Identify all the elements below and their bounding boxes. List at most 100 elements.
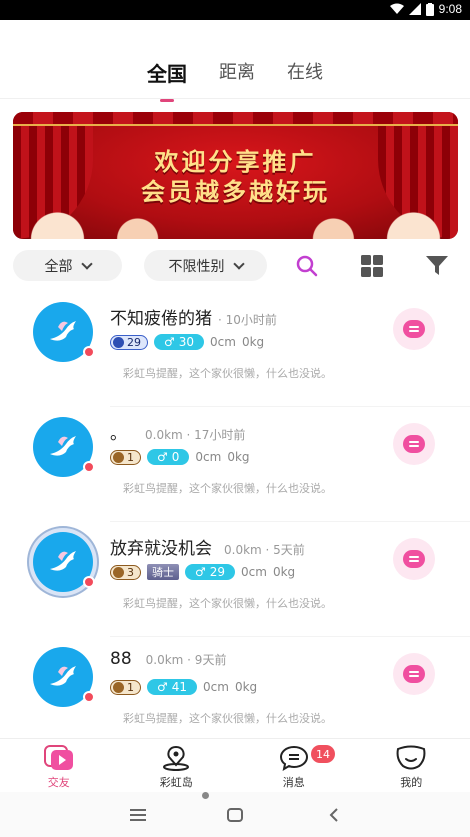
chat-icon — [403, 435, 425, 453]
level-star-icon — [113, 566, 124, 578]
search-icon — [296, 255, 318, 277]
user-weight: 0kg — [234, 680, 258, 694]
list-item[interactable]: 放弃就没机会 0.0km · 5天前 3 骑士 ♂ 29 0cm 0kg 彩虹鸟提醒… — [0, 522, 470, 637]
banner-clouds — [13, 203, 458, 239]
chat-button[interactable] — [393, 653, 435, 695]
gender-count: 41 — [171, 680, 188, 694]
user-name: 不知疲倦的猪 · 10小时前 — [110, 304, 277, 329]
level-badge: 1 — [110, 449, 141, 465]
gender-dropdown-label: 不限性别 — [168, 258, 225, 275]
user-badges: 1 ♂ 41 0cm 0kg — [110, 679, 257, 695]
level-badge: 3 — [110, 564, 141, 580]
nav-make-friends[interactable]: 交友 — [0, 739, 118, 792]
title-badge: 骑士 — [147, 564, 179, 580]
search-button[interactable] — [293, 252, 321, 280]
user-name-text: 不知疲倦的猪 — [110, 309, 212, 329]
user-height: 0cm — [210, 335, 236, 349]
filter-bar: 全部 不限性别 — [13, 250, 458, 282]
tab-online[interactable]: 在线 — [285, 58, 325, 94]
signal-icon — [408, 3, 421, 15]
level-badge: 29 — [110, 334, 148, 350]
promo-banner[interactable]: 欢迎分享推广 会员越多越好玩 — [13, 112, 458, 239]
play-card-icon — [43, 745, 73, 770]
gender-badge: ♂ 30 — [154, 334, 205, 350]
gender-count: 29 — [209, 565, 226, 579]
chat-button[interactable] — [393, 308, 435, 350]
avatar[interactable] — [33, 302, 95, 362]
user-name-text: 。 — [110, 424, 127, 444]
hummingbird-icon — [50, 551, 76, 571]
level-value: 1 — [127, 680, 134, 694]
user-bio: 彩虹鸟提醒，这个家伙很懒，什么也没说。 — [123, 712, 332, 725]
list-item[interactable]: 88 0.0km · 9天前 1 ♂ 41 0cm 0kg 彩虹鸟提醒，这个家伙很懒… — [0, 637, 470, 752]
map-pin-icon — [163, 745, 190, 771]
user-meta: 0.0km · 17小时前 — [145, 428, 246, 442]
list-item[interactable]: 。 0.0km · 17小时前 1 ♂ 0 0cm 0kg 彩虹鸟提醒，这个家伙很懒… — [0, 407, 470, 522]
user-name-text: 放弃就没机会 — [110, 539, 212, 559]
user-bio: 彩虹鸟提醒，这个家伙很懒，什么也没说。 — [123, 482, 332, 495]
recent-apps-button[interactable] — [126, 805, 150, 825]
user-bio: 彩虹鸟提醒，这个家伙很懒，什么也没说。 — [123, 597, 332, 610]
nav-messages[interactable]: 消息 14 — [235, 739, 353, 792]
nav-label: 交友 — [47, 776, 70, 789]
chat-bubble-icon — [279, 745, 308, 771]
bottom-nav: 交友 彩虹岛 消息 14 我的 — [0, 738, 470, 792]
grid-view-button[interactable] — [358, 252, 386, 280]
gender-count: 0 — [171, 450, 180, 464]
online-status-dot — [83, 461, 95, 473]
list-item[interactable]: 不知疲倦的猪 · 10小时前 29 ♂ 30 0cm 0kg 彩虹鸟提醒，这个家伙很… — [0, 292, 470, 407]
battery-icon — [425, 2, 434, 16]
user-weight: 0kg — [241, 335, 265, 349]
menu-lines-icon — [130, 809, 146, 821]
avatar[interactable] — [33, 532, 95, 592]
gender-badge: ♂ 41 — [147, 679, 198, 695]
nav-me[interactable]: 我的 — [353, 739, 470, 792]
avatar[interactable] — [33, 417, 95, 477]
nav-label: 彩虹岛 — [159, 776, 193, 789]
user-badges: 3 骑士 ♂ 29 0cm 0kg — [110, 564, 295, 580]
chat-button[interactable] — [393, 538, 435, 580]
status-icons: 9:08 — [389, 2, 462, 16]
chevron-down-icon — [80, 257, 93, 270]
male-symbol-icon: ♂ — [164, 335, 175, 349]
user-weight: 0kg — [227, 450, 250, 464]
square-icon — [227, 808, 243, 822]
nav-label: 我的 — [400, 776, 423, 789]
chat-button[interactable] — [393, 423, 435, 465]
region-dropdown[interactable]: 全部 — [13, 250, 122, 281]
user-height: 0cm — [195, 450, 222, 464]
wifi-icon — [389, 3, 404, 14]
level-value: 29 — [127, 335, 141, 349]
gender-badge: ♂ 29 — [185, 564, 236, 580]
banner-valance — [13, 112, 458, 126]
funnel-icon — [426, 256, 448, 275]
user-name-text: 88 — [110, 649, 132, 669]
level-value: 1 — [127, 450, 134, 464]
chevron-down-icon — [232, 257, 245, 270]
level-star-icon — [113, 681, 124, 693]
user-weight: 0kg — [272, 565, 296, 579]
level-star-icon — [113, 451, 124, 463]
tabs-divider — [0, 98, 470, 99]
male-symbol-icon: ♂ — [157, 450, 168, 464]
system-nav-bar — [0, 792, 470, 837]
smile-face-icon — [396, 745, 426, 770]
gender-badge: ♂ 0 — [147, 449, 190, 465]
home-button[interactable] — [223, 805, 247, 825]
gender-count: 30 — [178, 335, 195, 349]
user-badges: 29 ♂ 30 0cm 0kg — [110, 334, 264, 350]
tab-distance[interactable]: 距离 — [217, 58, 257, 94]
chat-icon — [403, 320, 425, 338]
gender-dropdown[interactable]: 不限性别 — [144, 250, 267, 281]
male-symbol-icon: ♂ — [195, 565, 206, 579]
hummingbird-icon — [50, 321, 76, 341]
user-height: 0cm — [203, 680, 229, 694]
tab-nationwide[interactable]: 全国 — [145, 58, 189, 102]
online-status-dot — [83, 346, 95, 358]
nav-rainbow-island[interactable]: 彩虹岛 — [118, 739, 236, 792]
avatar[interactable] — [33, 647, 95, 707]
online-status-dot — [83, 576, 95, 588]
back-button[interactable] — [322, 805, 346, 825]
filter-button[interactable] — [423, 252, 451, 280]
male-symbol-icon: ♂ — [157, 680, 168, 694]
